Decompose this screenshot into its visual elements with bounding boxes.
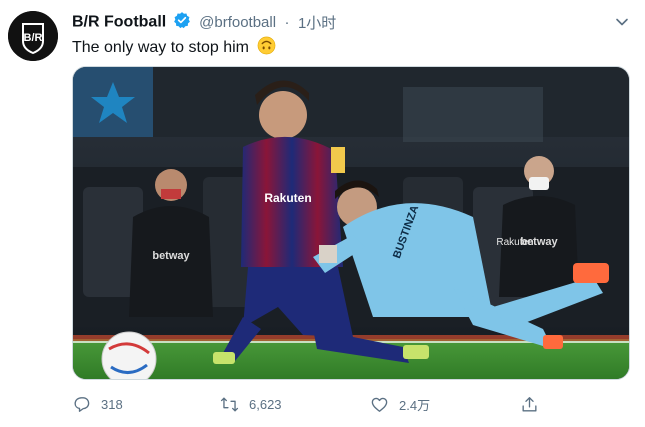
like-button[interactable]: 2.4万	[370, 392, 430, 416]
avatar[interactable]: B/R	[8, 11, 58, 61]
tweet-actions: 318 6,623 2.4万	[72, 392, 542, 416]
reply-count: 318	[101, 396, 123, 412]
like-count: 2.4万	[399, 397, 431, 413]
tweet-text-content: The only way to stop him	[72, 39, 249, 56]
tweet-timestamp[interactable]: 1小时	[298, 15, 336, 32]
tweet-card[interactable]: B/R B/R Football @brfootball · 1小时 The o…	[0, 0, 645, 427]
bench-shirt-label-left: betway	[152, 250, 190, 262]
retweet-icon	[220, 396, 239, 412]
background-sponsor-label: Rakuten	[496, 237, 533, 248]
separator-dot: ·	[284, 14, 290, 31]
tweet-photo[interactable]: betway betway Rakuten BUSTINZA Rakuten	[72, 66, 630, 380]
account-name[interactable]: B/R Football	[72, 14, 166, 31]
share-button[interactable]	[520, 392, 549, 416]
verified-badge-icon	[173, 11, 191, 34]
retweet-button[interactable]: 6,623	[220, 392, 282, 416]
tweet-text: The only way to stop him	[72, 36, 276, 61]
account-handle[interactable]: @brfootball	[199, 14, 276, 31]
reply-button[interactable]: 318	[72, 392, 123, 416]
avatar-logo-text: B/R	[24, 32, 43, 44]
more-options-button[interactable]	[611, 11, 633, 33]
like-icon	[371, 397, 388, 412]
reply-icon	[74, 396, 90, 412]
upside-down-face-emoji-icon	[257, 36, 276, 61]
barca-sponsor-label: Rakuten	[264, 191, 311, 205]
football-match-photo: betway betway Rakuten BUSTINZA Rakuten	[73, 67, 629, 379]
chevron-down-icon	[616, 18, 628, 26]
retweet-count: 6,623	[249, 396, 282, 412]
tweet-header: B/R Football @brfootball · 1小时	[72, 11, 633, 33]
share-icon	[522, 396, 537, 412]
